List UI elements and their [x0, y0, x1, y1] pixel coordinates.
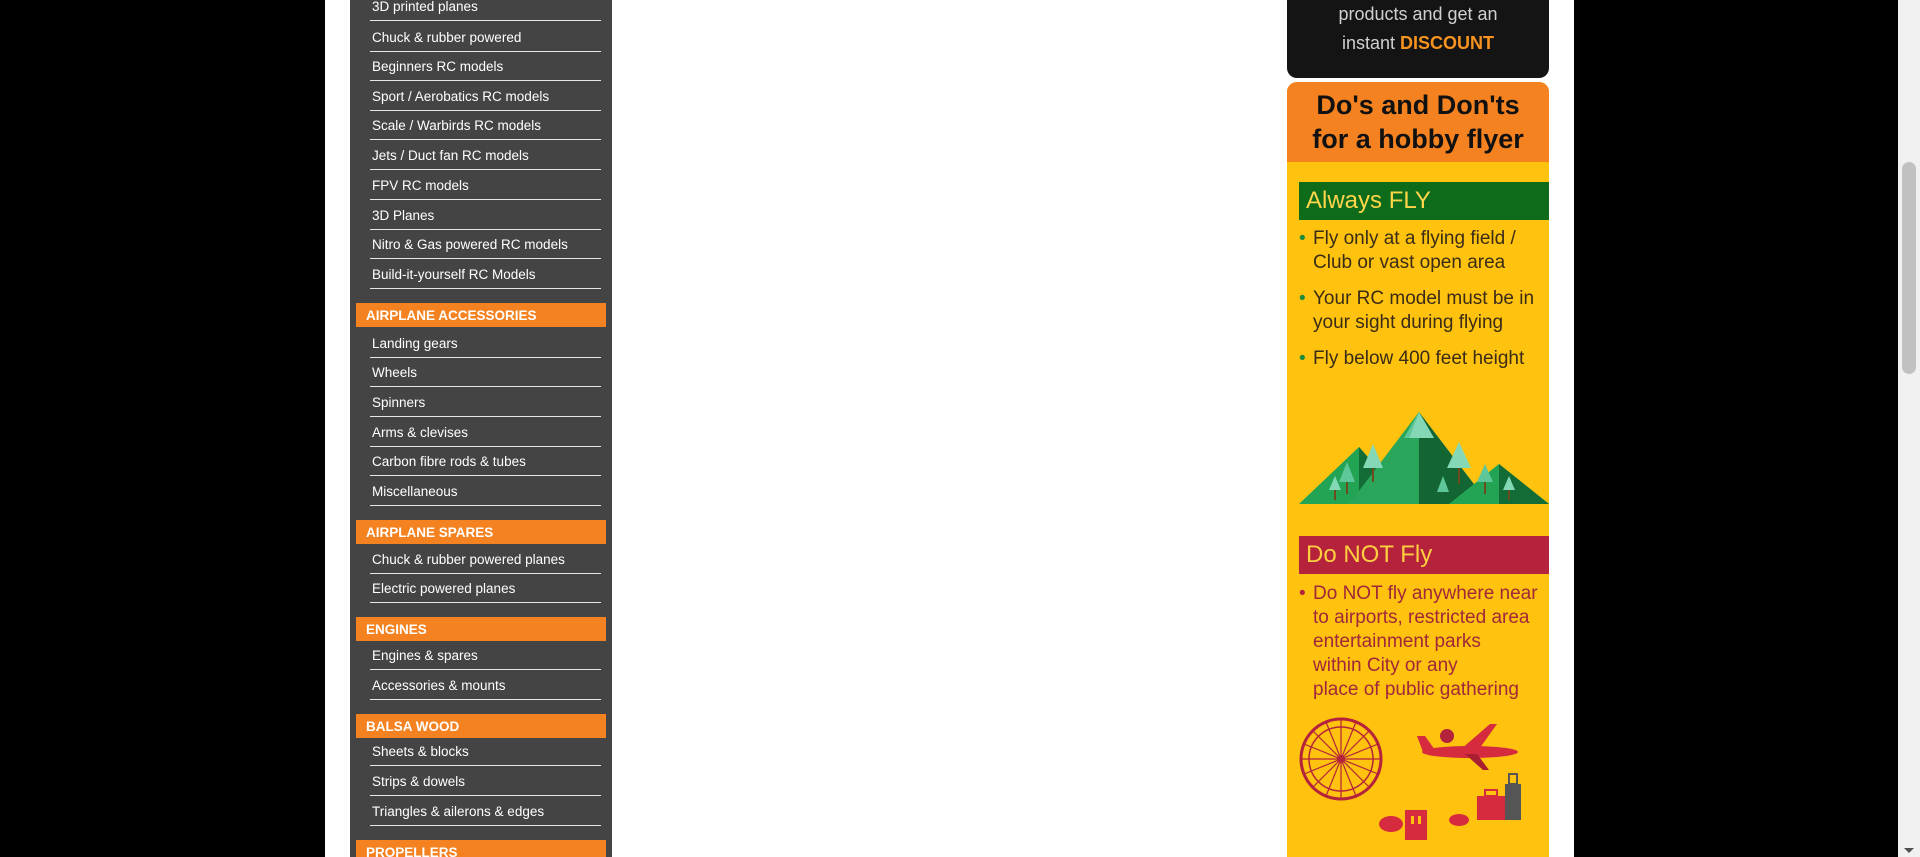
sidebar-item-3d-planes[interactable]: 3D Planes	[370, 202, 601, 230]
sidebar-item-label: Sheets & blocks	[372, 743, 469, 759]
sidebar-header-engines[interactable]: ENGINES	[356, 617, 606, 641]
sidebar-item-arms-clevises[interactable]: Arms & clevises	[370, 419, 601, 447]
sidebar-header-label: PROPELLERS	[366, 844, 458, 857]
discount-text-line2: instant DISCOUNT	[1341, 33, 1495, 53]
discount-banner[interactable]: products and get an instant DISCOUNT	[1287, 0, 1549, 78]
sidebar-item-spinners[interactable]: Spinners	[370, 389, 601, 417]
sidebar-header-balsa-wood[interactable]: BALSA WOOD	[356, 714, 606, 738]
luggage-icon	[1477, 773, 1521, 820]
sidebar-item-beginners-rc[interactable]: Beginners RC models	[370, 53, 601, 81]
sidebar-item-wheels[interactable]: Wheels	[370, 359, 601, 387]
sidebar-header-label: BALSA WOOD	[366, 718, 460, 734]
ferris-wheel-icon	[1299, 717, 1383, 801]
sidebar-item-label: Sport / Aerobatics RC models	[372, 88, 550, 104]
sidebar-item-label: 3D Planes	[372, 207, 435, 223]
always-fly-bullet: Fly below 400 feet height	[1299, 347, 1547, 371]
do-not-fly-bullet: Do NOT fly anywhere near to airports, re…	[1299, 582, 1547, 702]
scrollbar-thumb[interactable]	[1902, 162, 1916, 374]
mountains-trees-icon	[1299, 412, 1549, 504]
page-content: 3D printed planes Chuck & rubber powered…	[325, 0, 1574, 857]
always-fly-bullet: Your RC model must be in your sight duri…	[1299, 287, 1547, 335]
sidebar-header-label: ENGINES	[366, 621, 427, 637]
sidebar-item-label: Engines & spares	[372, 647, 478, 663]
sidebar-item-label: Build-it-yourself RC Models	[372, 266, 536, 282]
sidebar-item-label: Landing gears	[372, 335, 458, 351]
sidebar-item-label: Beginners RC models	[372, 58, 504, 74]
sidebar-item-jets-duct-fan[interactable]: Jets / Duct fan RC models	[370, 142, 601, 170]
buildings-icon	[1379, 810, 1469, 840]
sidebar-item-sheets-blocks[interactable]: Sheets & blocks	[370, 738, 601, 766]
always-fly-heading: Always FLY	[1299, 182, 1549, 220]
sidebar-item-label: Jets / Duct fan RC models	[372, 147, 529, 163]
sidebar-item-label: Spinners	[372, 394, 426, 410]
do-not-fly-heading: Do NOT Fly	[1299, 536, 1549, 574]
dos-donts-title: Do's and Don'ts for a hobby flyer	[1287, 82, 1549, 162]
sidebar-item-label: 3D printed planes	[372, 0, 478, 14]
sidebar-item-chuck-rubber-planes[interactable]: Chuck & rubber powered planes	[370, 546, 601, 574]
sidebar-item-label: Electric powered planes	[372, 580, 516, 596]
always-fly-bullet: Fly only at a flying field / Club or vas…	[1299, 227, 1547, 275]
discount-text-line1: products and get an	[1338, 4, 1498, 24]
sidebar-item-carbon-fibre[interactable]: Carbon fibre rods & tubes	[370, 448, 601, 476]
sidebar-header-airplane-spares[interactable]: AIRPLANE SPARES	[356, 520, 606, 544]
scroll-down-arrow-icon[interactable]	[1904, 848, 1914, 853]
sidebar-item-miscellaneous[interactable]: Miscellaneous	[370, 478, 601, 506]
sidebar-item-label: Chuck & rubber powered planes	[372, 551, 565, 567]
sidebar-item-chuck-rubber-powered[interactable]: Chuck & rubber powered	[370, 24, 601, 52]
dos-donts-title-line1: Do's and Don'ts	[1316, 90, 1520, 120]
dos-and-donts-banner: Do's and Don'ts for a hobby flyer Always…	[1287, 82, 1549, 857]
page-scrollbar[interactable]	[1898, 0, 1920, 857]
sidebar-item-label: Arms & clevises	[372, 424, 469, 440]
sidebar-item-label: Nitro & Gas powered RC models	[372, 236, 568, 252]
category-sidebar: 3D printed planes Chuck & rubber powered…	[350, 0, 612, 857]
sidebar-item-accessories-mounts[interactable]: Accessories & mounts	[370, 672, 601, 700]
sidebar-item-fpv-rc[interactable]: FPV RC models	[370, 172, 601, 200]
sidebar-item-label: Strips & dowels	[372, 773, 466, 789]
sidebar-item-strips-dowels[interactable]: Strips & dowels	[370, 768, 601, 796]
sidebar-header-propellers[interactable]: PROPELLERS	[356, 840, 606, 857]
sidebar-item-label: Wheels	[372, 364, 418, 380]
sidebar-item-3d-printed-planes[interactable]: 3D printed planes	[370, 0, 601, 21]
sidebar-item-label: Miscellaneous	[372, 483, 458, 499]
sidebar-item-scale-warbirds[interactable]: Scale / Warbirds RC models	[370, 112, 601, 140]
sidebar-item-engines-spares[interactable]: Engines & spares	[370, 642, 601, 670]
sidebar-item-label: Accessories & mounts	[372, 677, 506, 693]
sidebar-item-label: Carbon fibre rods & tubes	[372, 453, 526, 469]
discount-highlight: DISCOUNT	[1400, 33, 1495, 53]
sidebar-item-landing-gears[interactable]: Landing gears	[370, 330, 601, 358]
sidebar-header-airplane-accessories[interactable]: AIRPLANE ACCESSORIES	[356, 303, 606, 327]
sidebar-item-label: Triangles & ailerons & edges	[372, 803, 545, 819]
sidebar-header-label: AIRPLANE SPARES	[366, 524, 494, 540]
sidebar-item-build-it-yourself[interactable]: Build-it-yourself RC Models	[370, 261, 601, 289]
sidebar-item-sport-aerobatics[interactable]: Sport / Aerobatics RC models	[370, 83, 601, 111]
sidebar-item-nitro-gas[interactable]: Nitro & Gas powered RC models	[370, 231, 601, 259]
airplane-icon	[1417, 724, 1518, 770]
sidebar-item-triangles-ailerons[interactable]: Triangles & ailerons & edges	[370, 798, 601, 826]
sidebar-item-label: Scale / Warbirds RC models	[372, 117, 542, 133]
sidebar-item-label: Chuck & rubber powered	[372, 29, 522, 45]
sidebar-header-label: AIRPLANE ACCESSORIES	[366, 307, 537, 323]
sidebar-item-label: FPV RC models	[372, 177, 469, 193]
sidebar-item-electric-planes[interactable]: Electric powered planes	[370, 575, 601, 603]
dos-donts-title-line2: for a hobby flyer	[1312, 124, 1524, 154]
